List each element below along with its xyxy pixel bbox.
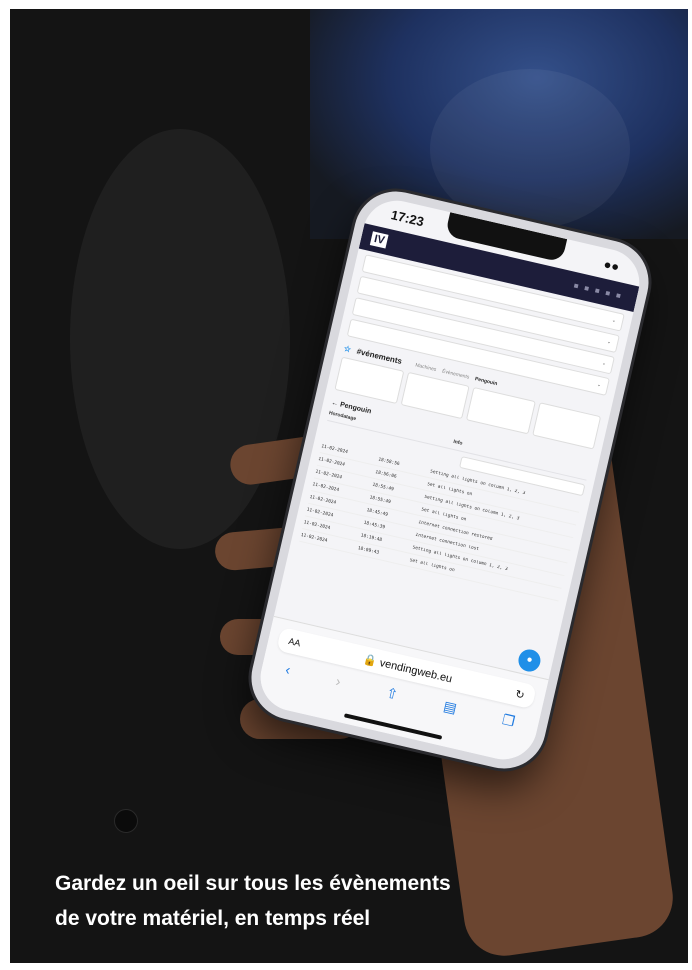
caption: Gardez un oeil sur tous les évènements d… [55, 866, 635, 936]
tab-machines[interactable]: Machines [415, 362, 437, 373]
star-icon: ☆ [342, 343, 352, 355]
tabs-icon[interactable]: ❐ [500, 711, 517, 730]
chevron-down-icon: ⌄ [606, 338, 612, 346]
wifi-battery-icon: ●● [602, 255, 622, 274]
back-icon[interactable]: ‹ [284, 661, 292, 679]
url-text: vendingweb.eu [378, 656, 454, 685]
home-indicator [343, 713, 443, 740]
caption-line-1: Gardez un oeil sur tous les évènements [55, 872, 451, 895]
forward-icon[interactable]: › [334, 673, 342, 691]
lock-icon: 🔒 [362, 652, 379, 668]
tab-evenements[interactable]: Évènements [441, 368, 469, 380]
header-icons[interactable]: ■■■■■ [573, 280, 628, 301]
shirt-fold [70, 129, 290, 549]
text-size-button[interactable]: AA [288, 636, 302, 648]
bookmarks-icon[interactable]: ▤ [442, 698, 458, 718]
chevron-down-icon: ⌄ [596, 381, 602, 389]
share-icon[interactable]: ⇧ [384, 684, 400, 703]
chevron-down-icon: ⌄ [611, 317, 617, 325]
chat-button[interactable]: ● [516, 647, 543, 674]
chevron-down-icon: ⌄ [601, 360, 607, 368]
status-time: 17:23 [389, 206, 426, 229]
shirt-button [114, 809, 138, 833]
column-header: Info [452, 438, 463, 447]
app-logo: IV [369, 231, 389, 249]
tab-pengouin[interactable]: Pengouin [474, 376, 498, 387]
caption-line-2: de votre matériel, en temps réel [55, 907, 371, 930]
reload-icon[interactable]: ↻ [514, 687, 526, 702]
